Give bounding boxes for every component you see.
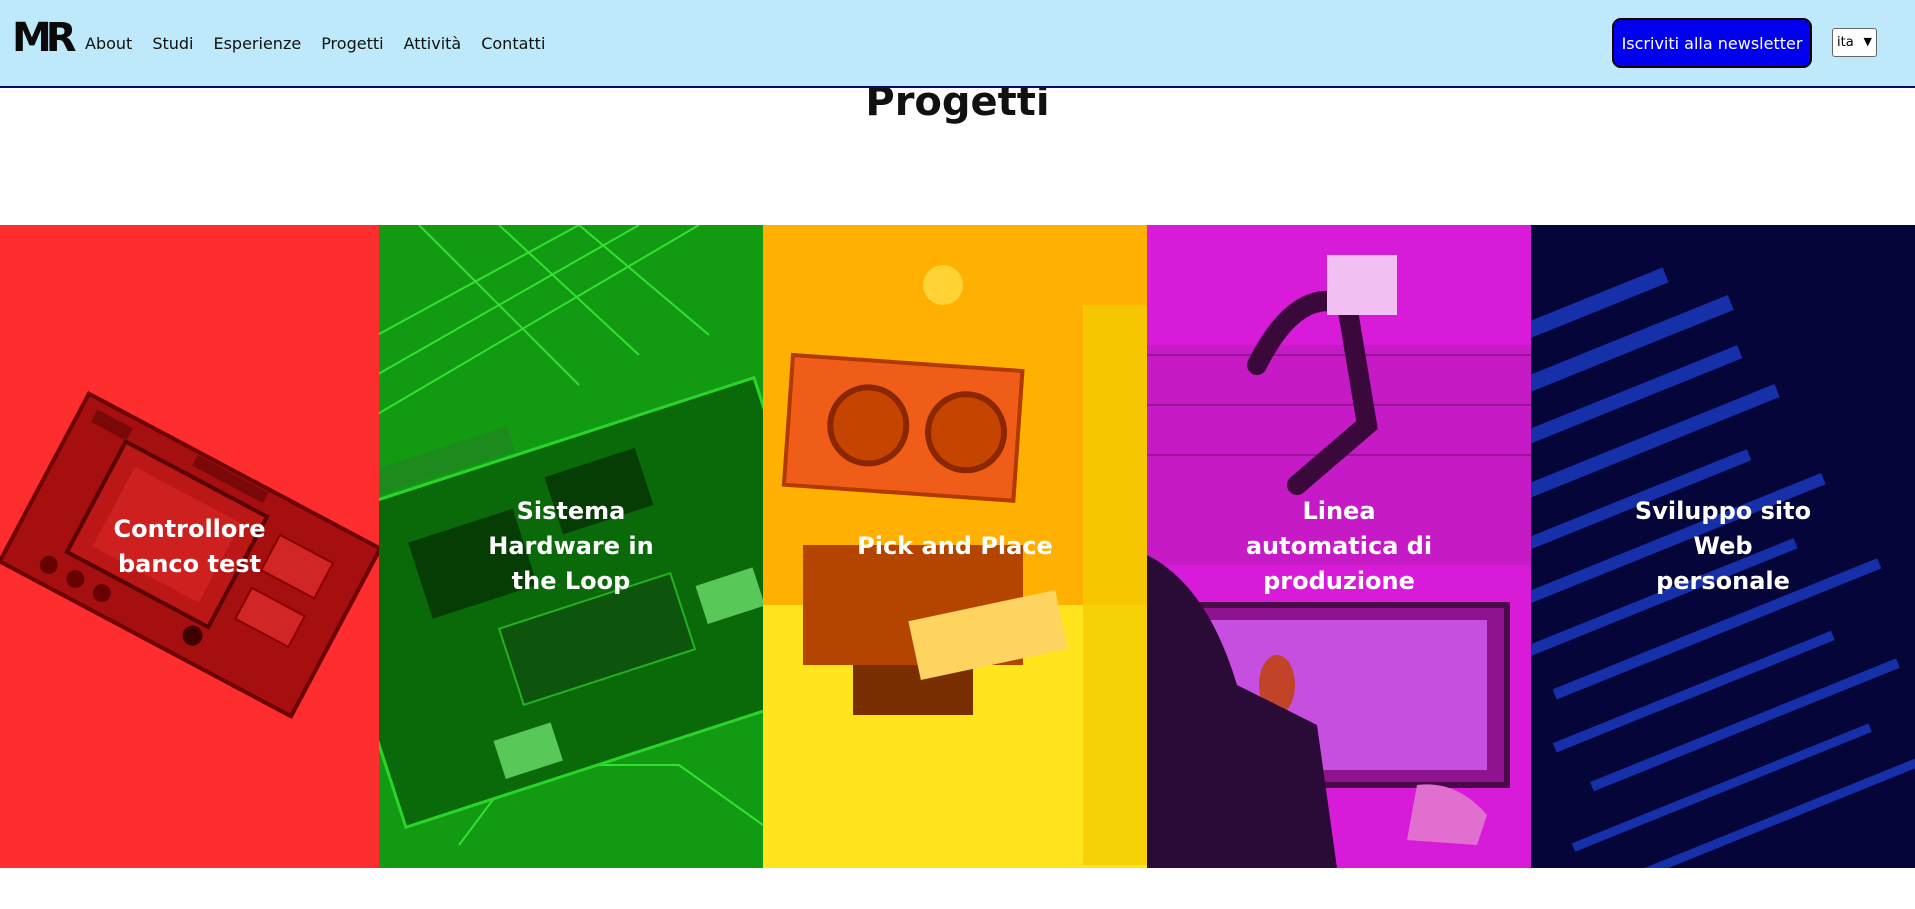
project-card-title: Sviluppo sito Web personale [1634, 497, 1812, 595]
logo-text: MR [12, 15, 77, 61]
nav-link-attivita[interactable]: Attività [404, 34, 462, 53]
nav-link-contatti[interactable]: Contatti [481, 34, 545, 53]
site-logo[interactable]: MR [12, 15, 77, 61]
project-card-controllore[interactable]: Controllore banco test [0, 225, 379, 868]
project-card-hil[interactable]: Sistema Hardware in the Loop [379, 225, 763, 868]
project-card-title: Controllore banco test [113, 514, 266, 578]
nav-link-studi[interactable]: Studi [152, 34, 193, 53]
project-card-sito-web[interactable]: Sviluppo sito Web personale [1531, 225, 1915, 868]
chevron-down-icon: ▼ [1863, 35, 1872, 48]
project-card-pick-place[interactable]: Pick and Place [763, 225, 1147, 868]
nav-link-progetti[interactable]: Progetti [321, 34, 383, 53]
project-card-linea[interactable]: Linea automatica di produzione [1147, 225, 1531, 868]
language-select[interactable]: ita ▼ [1832, 28, 1877, 57]
language-select-value: ita [1837, 35, 1854, 50]
projects-grid: Controllore banco test Sistema Hardware … [0, 225, 1915, 868]
project-card-title: Pick and Place [857, 532, 1053, 560]
nav-link-about[interactable]: About [85, 34, 132, 53]
nav-link-esperienze[interactable]: Esperienze [213, 34, 301, 53]
top-navbar: MR About Studi Esperienze Progetti Attiv… [0, 0, 1915, 88]
project-card-title: Linea automatica di produzione [1245, 497, 1433, 595]
project-card-title: Sistema Hardware in the Loop [488, 497, 654, 595]
newsletter-button[interactable]: Iscriviti alla newsletter [1612, 18, 1812, 68]
main-nav: About Studi Esperienze Progetti Attività… [85, 0, 545, 86]
